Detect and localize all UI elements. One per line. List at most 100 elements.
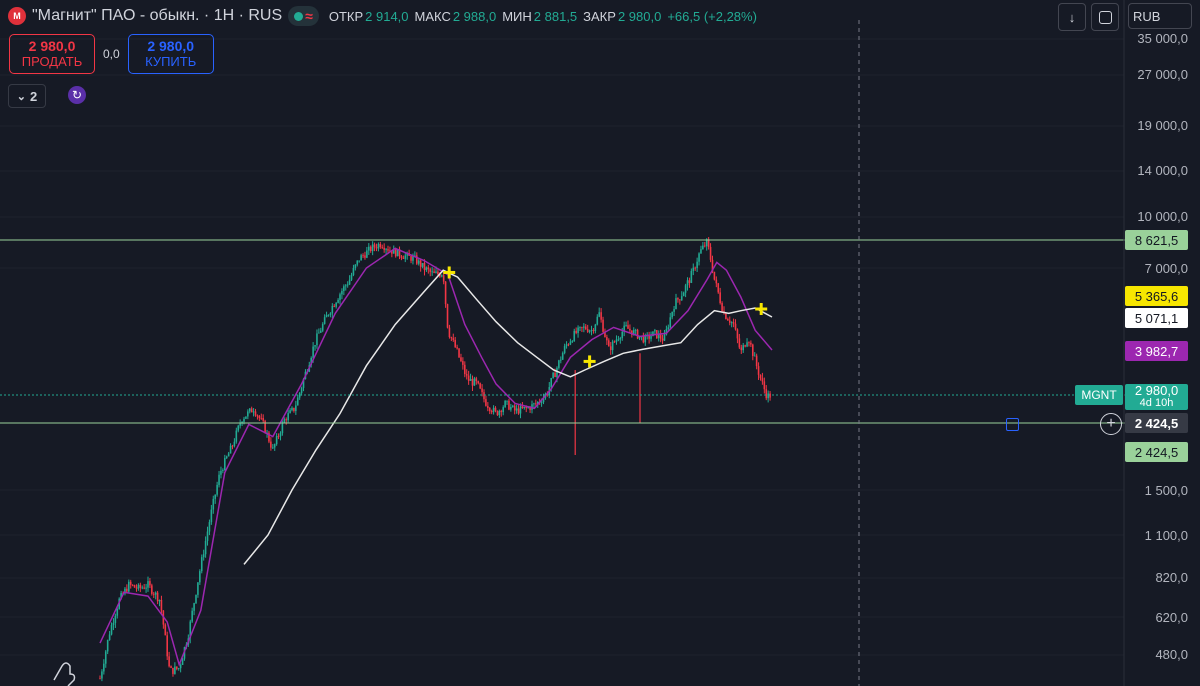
market-open-icon xyxy=(294,11,304,21)
candle-body xyxy=(473,378,476,386)
candle-body xyxy=(385,249,387,250)
candle-body xyxy=(535,403,537,405)
candle-body xyxy=(423,263,426,271)
candle-body xyxy=(508,400,510,410)
candle-body xyxy=(442,275,445,282)
candle-body xyxy=(425,267,428,271)
market-status[interactable]: ≈ xyxy=(288,6,319,26)
refresh-icon[interactable]: ↻ xyxy=(68,86,86,104)
candle-body xyxy=(287,413,289,421)
candle-body xyxy=(177,668,180,669)
candle-body xyxy=(224,458,226,471)
candle-body xyxy=(129,581,132,585)
buy-button[interactable]: 2 980,0 КУПИТЬ xyxy=(127,34,214,74)
candle-body xyxy=(373,244,376,248)
fullscreen-button[interactable] xyxy=(1091,3,1119,31)
candle-body xyxy=(154,592,157,595)
candle-body xyxy=(327,314,330,316)
candle-body xyxy=(366,250,368,258)
candle-body xyxy=(496,410,499,416)
candle-body xyxy=(688,280,691,283)
candle-body xyxy=(515,408,518,411)
candle-body xyxy=(116,608,119,616)
candle-body xyxy=(126,588,128,592)
candle-body xyxy=(419,260,422,267)
resistance-price-tag: 8 621,5 xyxy=(1125,230,1188,250)
candle-body xyxy=(732,322,735,324)
close-value: 2 980,0 xyxy=(617,8,662,24)
candle-body xyxy=(586,329,589,332)
candle-body xyxy=(99,678,101,680)
sell-label: ПРОДАТЬ xyxy=(21,54,83,69)
candle-body xyxy=(759,374,762,379)
candle-body xyxy=(252,411,255,413)
candle-body xyxy=(698,253,700,262)
symbol-title[interactable]: "Магнит" ПАО - обыкн. · 1Н · RUS xyxy=(32,7,282,25)
candle-body xyxy=(151,585,153,594)
candle-body xyxy=(684,285,687,293)
ma-white-line xyxy=(243,269,773,565)
candle-body xyxy=(521,406,524,408)
trade-panel: 2 980,0 ПРОДАТЬ 0,0 2 980,0 КУПИТЬ xyxy=(9,34,214,74)
candle-body xyxy=(452,338,455,340)
candle-body xyxy=(686,280,689,286)
candle-body xyxy=(725,313,727,320)
candle-body xyxy=(465,374,468,376)
candle-body xyxy=(429,269,432,272)
candle-body xyxy=(479,383,481,389)
candle-body xyxy=(677,298,679,300)
candle-body xyxy=(592,330,595,332)
open-label: ОТКР xyxy=(328,8,364,24)
candle-body xyxy=(692,267,695,271)
axis-tick: 10 000,0 xyxy=(1137,209,1188,224)
candle-body xyxy=(502,407,504,413)
candle-body xyxy=(110,624,113,635)
candle-body xyxy=(360,255,362,261)
candle-body xyxy=(139,584,142,588)
candle-body xyxy=(220,470,222,475)
candle-body xyxy=(337,299,339,303)
candle-body xyxy=(375,247,378,249)
candle-body xyxy=(540,402,543,403)
candle-body xyxy=(293,407,295,412)
add-alert-plus-icon[interactable]: + xyxy=(1100,413,1122,435)
alert-marker-icon[interactable] xyxy=(1006,418,1019,431)
candle-body xyxy=(379,243,382,248)
download-button[interactable]: ↓ xyxy=(1058,3,1086,31)
candle-body xyxy=(464,364,466,375)
magnit-logo[interactable]: М xyxy=(8,7,26,25)
candle-body xyxy=(717,283,720,293)
candle-body xyxy=(490,411,493,413)
candle-body xyxy=(168,656,170,667)
candle-body xyxy=(369,246,372,252)
candle-body xyxy=(550,378,552,388)
symbol-tag: MGNT xyxy=(1075,385,1123,405)
high-label: МАКС xyxy=(414,8,451,24)
last-price-tag: 2 980,0 4d 10h xyxy=(1125,384,1188,410)
currency-select[interactable]: RUB xyxy=(1128,3,1192,29)
candle-body xyxy=(356,260,359,265)
candle-body xyxy=(387,249,389,251)
candle-body xyxy=(312,346,314,358)
candle-body xyxy=(763,381,766,390)
candle-body xyxy=(487,405,489,408)
candle-body xyxy=(346,284,349,286)
candle-body xyxy=(504,400,506,408)
candle-body xyxy=(176,666,178,669)
candle-body xyxy=(339,294,341,300)
candle-body xyxy=(149,581,151,586)
candle-body xyxy=(680,296,683,301)
pointer-cursor-icon xyxy=(53,662,76,686)
candle-body xyxy=(561,352,564,360)
indicators-collapse-button[interactable]: ⌄ 2 xyxy=(8,84,46,108)
candle-body xyxy=(377,243,380,249)
candle-body xyxy=(736,329,739,339)
candle-body xyxy=(237,425,240,431)
candle-body xyxy=(170,666,172,668)
sell-button[interactable]: 2 980,0 ПРОДАТЬ xyxy=(9,34,95,74)
axis-tick: 480,0 xyxy=(1155,647,1188,662)
candle-body xyxy=(498,410,501,416)
buy-label: КУПИТЬ xyxy=(145,54,197,69)
candle-body xyxy=(283,419,286,423)
chart-canvas[interactable] xyxy=(0,0,1200,686)
